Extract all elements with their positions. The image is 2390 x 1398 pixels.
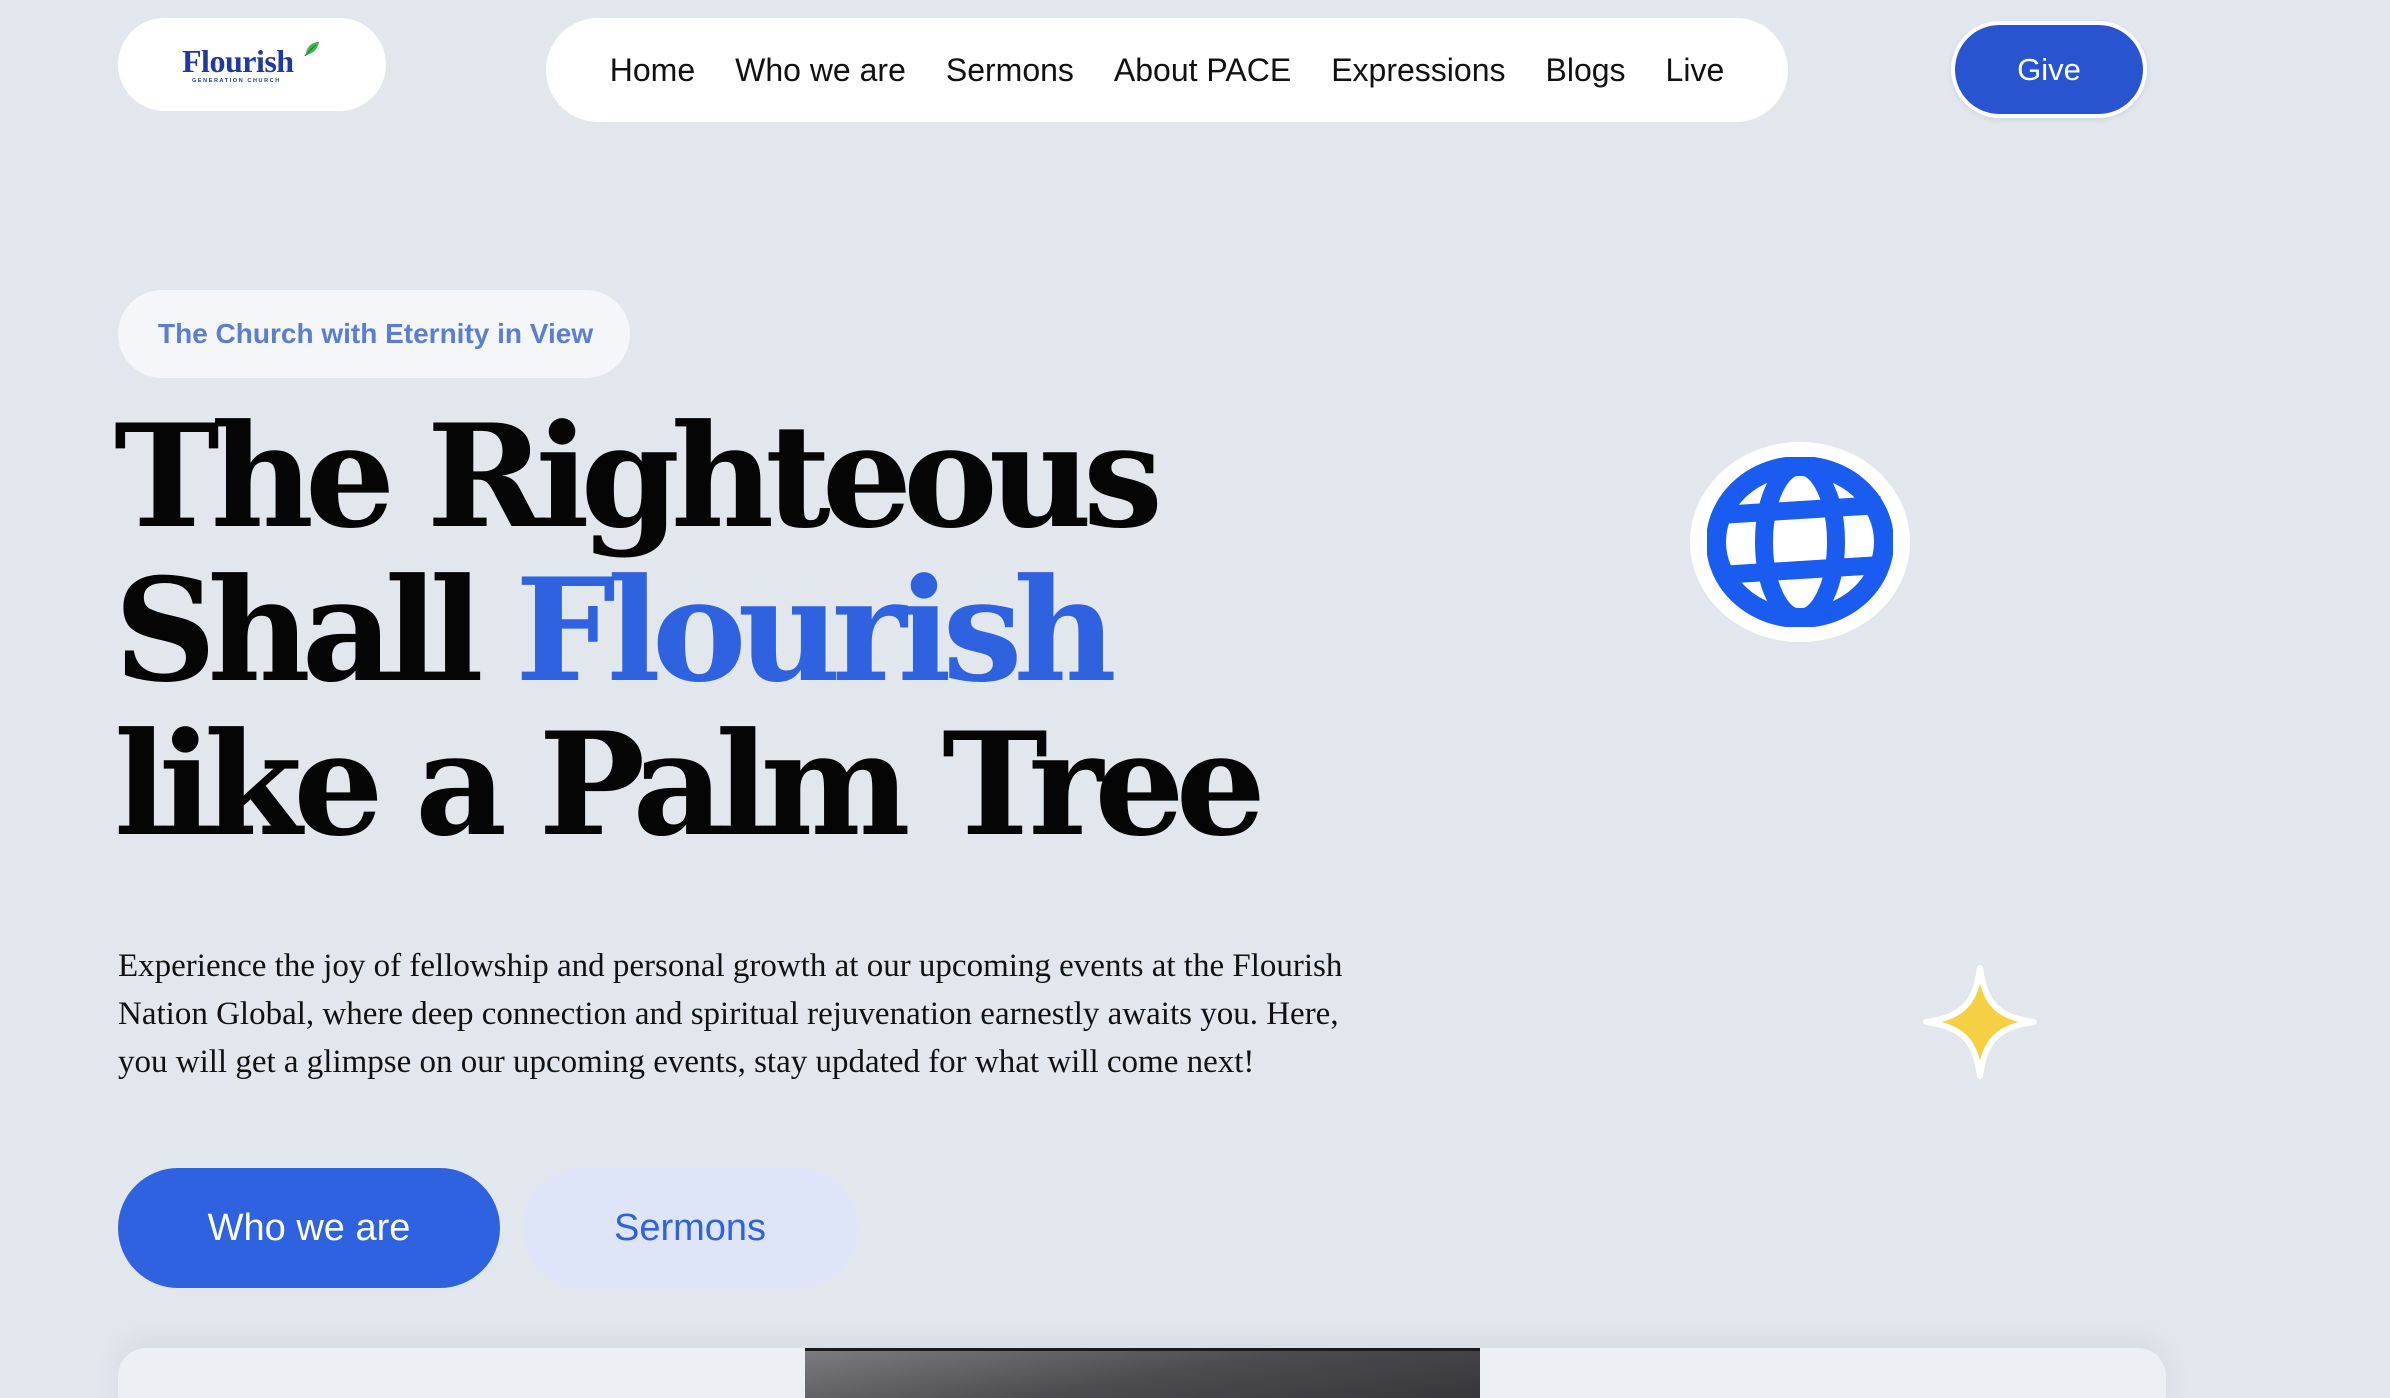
leaf-icon (304, 41, 319, 56)
sermons-button[interactable]: Sermons (522, 1168, 858, 1288)
hero-title-line-1: The Righteous (114, 394, 1163, 560)
hero-title-accent: Flourish (515, 548, 1117, 714)
tagline-badge: The Church with Eternity in View (118, 290, 630, 378)
logo-link[interactable]: Flourish GENERATION CHURCH (118, 18, 386, 111)
hero-title-line-3: like a Palm Tree (114, 702, 1266, 868)
logo-wordmark: Flourish (182, 42, 294, 79)
nav-who-we-are[interactable]: Who we are (735, 52, 906, 89)
nav-about-pace[interactable]: About PACE (1114, 52, 1291, 89)
featured-media-card (118, 1348, 2166, 1398)
hero-description: Experience the joy of fellowship and per… (118, 948, 1343, 1080)
nav-home[interactable]: Home (610, 52, 695, 89)
logo: Flourish GENERATION CHURCH (182, 41, 322, 87)
logo-subtitle: GENERATION CHURCH (192, 77, 281, 84)
video-thumbnail[interactable] (805, 1348, 1480, 1398)
give-button[interactable]: Give (1951, 21, 2147, 118)
nav-expressions[interactable]: Expressions (1331, 52, 1505, 89)
who-we-are-button[interactable]: Who we are (118, 1168, 500, 1288)
nav-sermons[interactable]: Sermons (946, 52, 1074, 89)
main-nav: Home Who we are Sermons About PACE Expre… (546, 18, 1788, 122)
hero-title: The Righteous Shall Flourish like a Palm… (114, 394, 1266, 868)
sparkle-icon (1923, 965, 2037, 1079)
globe-icon (1707, 457, 1893, 627)
hero-title-line-2: Shall Flourish (114, 554, 1257, 708)
nav-blogs[interactable]: Blogs (1545, 52, 1625, 89)
hero-title-shall: Shall (114, 548, 484, 714)
globe-badge (1690, 442, 1910, 642)
nav-live[interactable]: Live (1666, 52, 1725, 89)
